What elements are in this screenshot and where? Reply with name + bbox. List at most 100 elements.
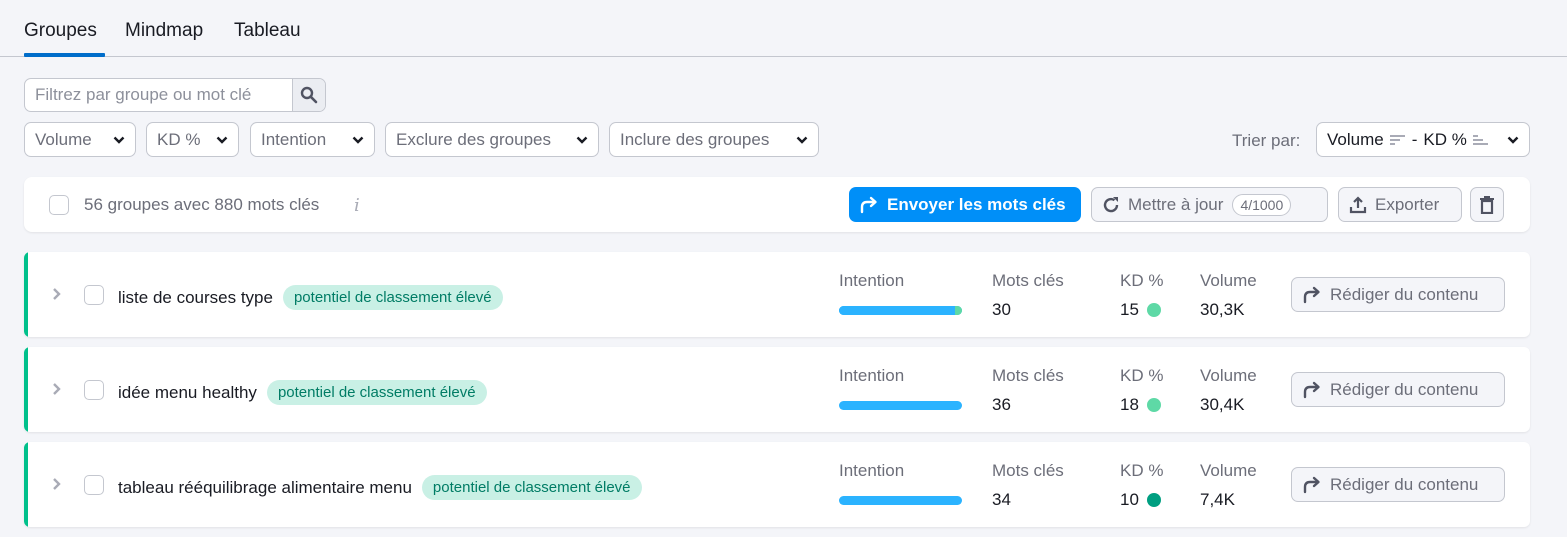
kd-indicator-dot <box>1146 398 1161 412</box>
ranking-potential-tag: potentiel de classement élevé <box>421 475 642 500</box>
group-checkbox[interactable] <box>84 380 104 400</box>
filter-include-groups[interactable]: Inclure des groupes <box>609 122 819 157</box>
groups-summary: 56 groupes avec 880 mots clés <box>84 195 320 214</box>
kd-number: 10 <box>1120 490 1139 509</box>
filter-intention-label: Intention <box>261 129 327 149</box>
ranking-potential-tag: potentiel de classement élevé <box>266 380 487 405</box>
group-row[interactable]: liste de courses type potentiel de class… <box>24 252 1530 337</box>
chevron-down-icon <box>1507 136 1519 144</box>
search-icon <box>300 86 318 104</box>
intent-label: Intention <box>839 366 905 385</box>
filter-intention[interactable]: Intention <box>250 122 375 157</box>
send-keywords-label: Envoyer les mots clés <box>887 194 1066 214</box>
share-arrow-icon <box>1302 381 1322 399</box>
update-quota-badge: 4/1000 <box>1232 193 1292 216</box>
keywords-count: 34 <box>992 490 1011 509</box>
chevron-down-icon <box>352 136 364 144</box>
chevron-down-icon <box>113 136 125 144</box>
group-row[interactable]: idée menu healthy potentiel de classemen… <box>24 347 1530 432</box>
filter-volume-label: Volume <box>35 129 92 149</box>
group-checkbox[interactable] <box>84 285 104 305</box>
filter-exclude-groups[interactable]: Exclure des groupes <box>385 122 599 157</box>
keywords-label: Mots clés <box>992 461 1064 480</box>
intent-segment-commercial <box>954 306 962 315</box>
kd-indicator-dot <box>1146 493 1161 507</box>
chevron-right-icon[interactable] <box>52 382 62 396</box>
group-checkbox[interactable] <box>84 475 104 495</box>
groups-toolbar: 56 groupes avec 880 mots clés i Envoyer … <box>24 177 1530 232</box>
sort-select[interactable]: Volume - KD % <box>1316 122 1530 157</box>
keywords-label: Mots clés <box>992 366 1064 385</box>
ranking-potential-tag: potentiel de classement élevé <box>282 285 503 310</box>
keywords-count: 30 <box>992 300 1011 319</box>
kd-label: KD % <box>1120 271 1164 290</box>
group-name[interactable]: idée menu healthy <box>118 383 257 403</box>
write-content-label: Rédiger du contenu <box>1330 284 1479 304</box>
write-content-button[interactable]: Rédiger du contenu <box>1291 467 1505 502</box>
filter-kd-label: KD % <box>157 129 201 149</box>
group-name[interactable]: tableau rééquilibrage alimentaire menu <box>118 478 412 498</box>
info-icon[interactable]: i <box>354 195 360 216</box>
sort-primary: Volume <box>1327 129 1384 149</box>
intent-segment-informational <box>839 306 955 315</box>
intent-segment-informational <box>839 401 962 410</box>
volume-value: 7,4K <box>1200 490 1235 509</box>
group-name[interactable]: liste de courses type <box>118 288 273 308</box>
write-content-label: Rédiger du contenu <box>1330 379 1479 399</box>
tab-mindmap[interactable]: Mindmap <box>125 20 203 57</box>
sort-secondary: KD % <box>1423 129 1467 149</box>
export-label: Exporter <box>1375 194 1440 214</box>
filter-volume[interactable]: Volume <box>24 122 136 157</box>
select-all-checkbox[interactable] <box>49 195 69 215</box>
search-box <box>24 78 326 112</box>
search-input[interactable] <box>25 79 292 111</box>
send-keywords-button[interactable]: Envoyer les mots clés <box>849 187 1081 222</box>
view-tabs: Groupes Mindmap Tableau <box>0 0 1567 57</box>
sort-ascending-icon <box>1472 133 1489 147</box>
chevron-down-icon <box>576 136 588 144</box>
sort-separator: - <box>1411 129 1418 149</box>
intent-segment-informational <box>839 496 962 505</box>
share-arrow-icon <box>859 196 879 214</box>
group-title: idée menu healthy potentiel de classemen… <box>118 380 487 405</box>
intent-bar <box>839 306 962 315</box>
chevron-right-icon[interactable] <box>52 477 62 491</box>
write-content-label: Rédiger du contenu <box>1330 474 1479 494</box>
tab-groupes[interactable]: Groupes <box>24 20 105 57</box>
volume-label: Volume <box>1200 461 1257 480</box>
update-button[interactable]: Mettre à jour 4/1000 <box>1091 187 1328 222</box>
search-button[interactable] <box>292 79 325 111</box>
intent-bar <box>839 496 962 505</box>
filter-include-label: Inclure des groupes <box>620 129 770 149</box>
delete-button[interactable] <box>1470 187 1504 222</box>
keywords-count: 36 <box>992 395 1011 414</box>
volume-value: 30,3K <box>1200 300 1245 319</box>
share-arrow-icon <box>1302 286 1322 304</box>
write-content-button[interactable]: Rédiger du contenu <box>1291 277 1505 312</box>
chevron-right-icon[interactable] <box>52 287 62 301</box>
update-label: Mettre à jour <box>1128 194 1224 214</box>
volume-label: Volume <box>1200 271 1257 290</box>
write-content-button[interactable]: Rédiger du contenu <box>1291 372 1505 407</box>
refresh-icon <box>1102 196 1120 214</box>
share-arrow-icon <box>1302 476 1322 494</box>
sort-label: Trier par: <box>1232 131 1301 150</box>
group-title: tableau rééquilibrage alimentaire menu p… <box>118 475 642 500</box>
filter-kd[interactable]: KD % <box>146 122 239 157</box>
group-row[interactable]: tableau rééquilibrage alimentaire menu p… <box>24 442 1530 527</box>
kd-value: 15 <box>1120 300 1161 320</box>
intent-label: Intention <box>839 461 905 480</box>
export-button[interactable]: Exporter <box>1338 187 1462 222</box>
group-title: liste de courses type potentiel de class… <box>118 285 503 310</box>
tab-tableau[interactable]: Tableau <box>234 20 301 57</box>
kd-value: 18 <box>1120 395 1161 415</box>
kd-label: KD % <box>1120 366 1164 385</box>
kd-label: KD % <box>1120 461 1164 480</box>
sort-descending-icon <box>1389 133 1406 147</box>
kd-number: 15 <box>1120 300 1139 319</box>
intent-label: Intention <box>839 271 905 290</box>
filter-exclude-label: Exclure des groupes <box>396 129 551 149</box>
keywords-label: Mots clés <box>992 271 1064 290</box>
kd-number: 18 <box>1120 395 1139 414</box>
chevron-down-icon <box>216 136 228 144</box>
